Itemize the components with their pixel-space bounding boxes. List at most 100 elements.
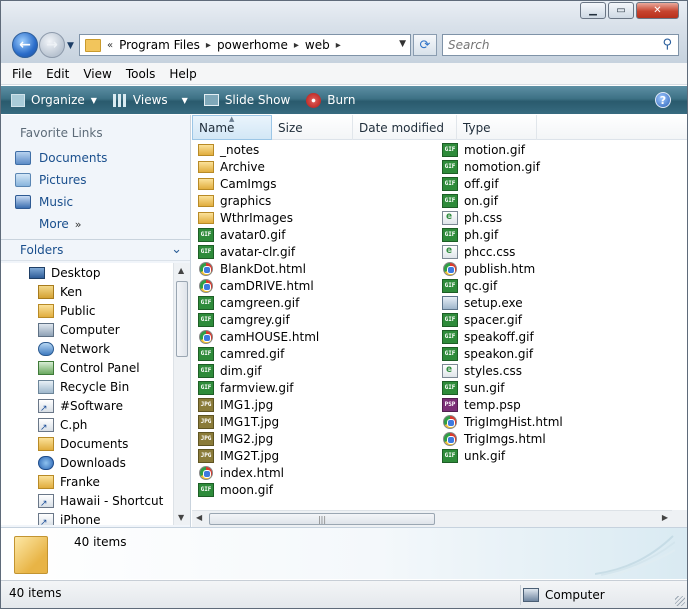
tree-item-recycle-bin[interactable]: Recycle Bin bbox=[38, 378, 129, 396]
file-item[interactable]: Archive bbox=[198, 158, 319, 175]
file-item[interactable]: phcc.css bbox=[442, 243, 563, 260]
address-dropdown-icon[interactable]: ▼ bbox=[399, 39, 406, 49]
file-item[interactable]: GIF ph.gif bbox=[442, 226, 563, 243]
tree-item-downloads[interactable]: Downloads bbox=[38, 454, 126, 472]
favorite-pictures[interactable]: Pictures bbox=[15, 171, 87, 189]
file-item[interactable]: camHOUSE.html bbox=[198, 328, 319, 345]
breadcrumb-separator-icon[interactable]: ▸ bbox=[206, 40, 211, 51]
menu-edit[interactable]: Edit bbox=[46, 67, 69, 81]
breadcrumb-overflow-icon[interactable]: « bbox=[107, 40, 113, 51]
recent-pages-dropdown[interactable]: ▼ bbox=[67, 41, 74, 51]
file-item[interactable]: BlankDot.html bbox=[198, 260, 319, 277]
column-date-modified[interactable]: Date modified bbox=[353, 115, 457, 140]
file-item[interactable]: GIF sun.gif bbox=[442, 379, 563, 396]
file-item[interactable]: PSP temp.psp bbox=[442, 396, 563, 413]
file-item[interactable]: WthrImages bbox=[198, 209, 319, 226]
file-item[interactable]: GIF spacer.gif bbox=[442, 311, 563, 328]
file-item[interactable]: GIF dim.gif bbox=[198, 362, 319, 379]
file-item[interactable]: GIF on.gif bbox=[442, 192, 563, 209]
file-item[interactable]: GIF motion.gif bbox=[442, 141, 563, 158]
column-type[interactable]: Type bbox=[457, 115, 537, 140]
maximize-button[interactable]: ▭ bbox=[608, 2, 634, 19]
file-item[interactable]: GIF camgreen.gif bbox=[198, 294, 319, 311]
menu-help[interactable]: Help bbox=[169, 67, 196, 81]
file-item[interactable]: GIF farmview.gif bbox=[198, 379, 319, 396]
favorite-more[interactable]: More » bbox=[39, 215, 81, 233]
menu-view[interactable]: View bbox=[83, 67, 111, 81]
breadcrumb-item-program-files[interactable]: Program Files bbox=[119, 38, 200, 52]
scroll-down-icon[interactable]: ▼ bbox=[178, 513, 184, 522]
tree-item-c-ph[interactable]: C.ph bbox=[38, 416, 87, 434]
file-item[interactable]: GIF camgrey.gif bbox=[198, 311, 319, 328]
scrollbar-thumb[interactable]: ||| bbox=[209, 513, 435, 525]
breadcrumb-item-powerhome[interactable]: powerhome bbox=[217, 38, 288, 52]
search-box[interactable]: ⚲ bbox=[442, 34, 679, 56]
scroll-up-icon[interactable]: ▲ bbox=[178, 266, 184, 275]
back-button[interactable]: ← bbox=[12, 32, 38, 58]
file-item[interactable]: GIF off.gif bbox=[442, 175, 563, 192]
file-item[interactable]: GIF avatar0.gif bbox=[198, 226, 319, 243]
tree-item-software[interactable]: #Software bbox=[38, 397, 123, 415]
menu-file[interactable]: File bbox=[12, 67, 32, 81]
tree-item-ken[interactable]: Ken bbox=[38, 283, 82, 301]
file-item[interactable]: GIF unk.gif bbox=[442, 447, 563, 464]
help-icon[interactable]: ? bbox=[655, 92, 671, 108]
tree-item-network[interactable]: Network bbox=[38, 340, 110, 358]
slideshow-button[interactable]: Slide Show bbox=[196, 86, 298, 114]
file-item[interactable]: graphics bbox=[198, 192, 319, 209]
address-bar[interactable]: « Program Files ▸ powerhome ▸ web ▸ ▼ bbox=[79, 34, 411, 56]
search-icon[interactable]: ⚲ bbox=[662, 37, 672, 52]
file-item[interactable]: GIF moon.gif bbox=[198, 481, 319, 498]
file-item[interactable]: GIF nomotion.gif bbox=[442, 158, 563, 175]
file-item[interactable]: publish.htm bbox=[442, 260, 563, 277]
forward-button[interactable]: → bbox=[39, 32, 65, 58]
file-item[interactable]: GIF avatar-clr.gif bbox=[198, 243, 319, 260]
file-item[interactable]: GIF speakon.gif bbox=[442, 345, 563, 362]
burn-button[interactable]: Burn bbox=[298, 86, 363, 114]
column-size[interactable]: Size bbox=[272, 115, 353, 140]
scrollbar-thumb[interactable] bbox=[176, 281, 188, 357]
file-item[interactable]: camDRIVE.html bbox=[198, 277, 319, 294]
file-item[interactable]: TrigImgs.html bbox=[442, 430, 563, 447]
refresh-button[interactable]: ⟳ bbox=[413, 34, 437, 56]
views-button[interactable]: Views ▼ bbox=[105, 86, 196, 114]
scroll-right-icon[interactable]: ▶ bbox=[662, 513, 668, 522]
search-input[interactable] bbox=[448, 38, 658, 52]
folders-header[interactable]: Folders ⌄ bbox=[1, 239, 190, 261]
file-item[interactable]: _notes bbox=[198, 141, 319, 158]
scroll-left-icon[interactable]: ◀ bbox=[196, 513, 202, 522]
file-item[interactable]: ph.css bbox=[442, 209, 563, 226]
favorite-documents[interactable]: Documents bbox=[15, 149, 107, 167]
menu-tools[interactable]: Tools bbox=[126, 67, 156, 81]
tree-item-iphone[interactable]: iPhone bbox=[38, 511, 101, 525]
minimize-button[interactable]: ▁ bbox=[580, 2, 606, 19]
file-item[interactable]: TrigImgHist.html bbox=[442, 413, 563, 430]
organize-button[interactable]: Organize ▼ bbox=[1, 86, 105, 114]
tree-item-desktop[interactable]: Desktop bbox=[29, 264, 101, 282]
file-item[interactable]: CamImgs bbox=[198, 175, 319, 192]
tree-item-computer[interactable]: Computer bbox=[38, 321, 120, 339]
file-item[interactable]: GIF camred.gif bbox=[198, 345, 319, 362]
chevron-down-icon[interactable]: ⌄ bbox=[171, 242, 182, 257]
horizontal-scrollbar[interactable]: ◀ ||| ▶ bbox=[192, 510, 672, 527]
file-item[interactable]: styles.css bbox=[442, 362, 563, 379]
close-button[interactable]: ✕ bbox=[636, 2, 679, 19]
file-item[interactable]: JPG IMG1T.jpg bbox=[198, 413, 319, 430]
tree-item-control-panel[interactable]: Control Panel bbox=[38, 359, 140, 377]
file-item[interactable]: setup.exe bbox=[442, 294, 563, 311]
file-item[interactable]: JPG IMG2.jpg bbox=[198, 430, 319, 447]
tree-item-hawaii-shortcut[interactable]: Hawaii - Shortcut bbox=[38, 492, 163, 510]
file-item[interactable]: JPG IMG1.jpg bbox=[198, 396, 319, 413]
folder-tree-scrollbar[interactable]: ▲ ▼ bbox=[173, 263, 190, 525]
breadcrumb-item-web[interactable]: web bbox=[305, 38, 330, 52]
tree-item-franke[interactable]: Franke bbox=[38, 473, 100, 491]
file-item[interactable]: index.html bbox=[198, 464, 319, 481]
column-name[interactable]: ▲ Name bbox=[192, 115, 272, 140]
file-item[interactable]: GIF speakoff.gif bbox=[442, 328, 563, 345]
file-item[interactable]: GIF qc.gif bbox=[442, 277, 563, 294]
breadcrumb-separator-icon[interactable]: ▸ bbox=[336, 40, 341, 51]
tree-item-documents[interactable]: Documents bbox=[38, 435, 128, 453]
breadcrumb-separator-icon[interactable]: ▸ bbox=[294, 40, 299, 51]
tree-item-public[interactable]: Public bbox=[38, 302, 96, 320]
file-item[interactable]: JPG IMG2T.jpg bbox=[198, 447, 319, 464]
